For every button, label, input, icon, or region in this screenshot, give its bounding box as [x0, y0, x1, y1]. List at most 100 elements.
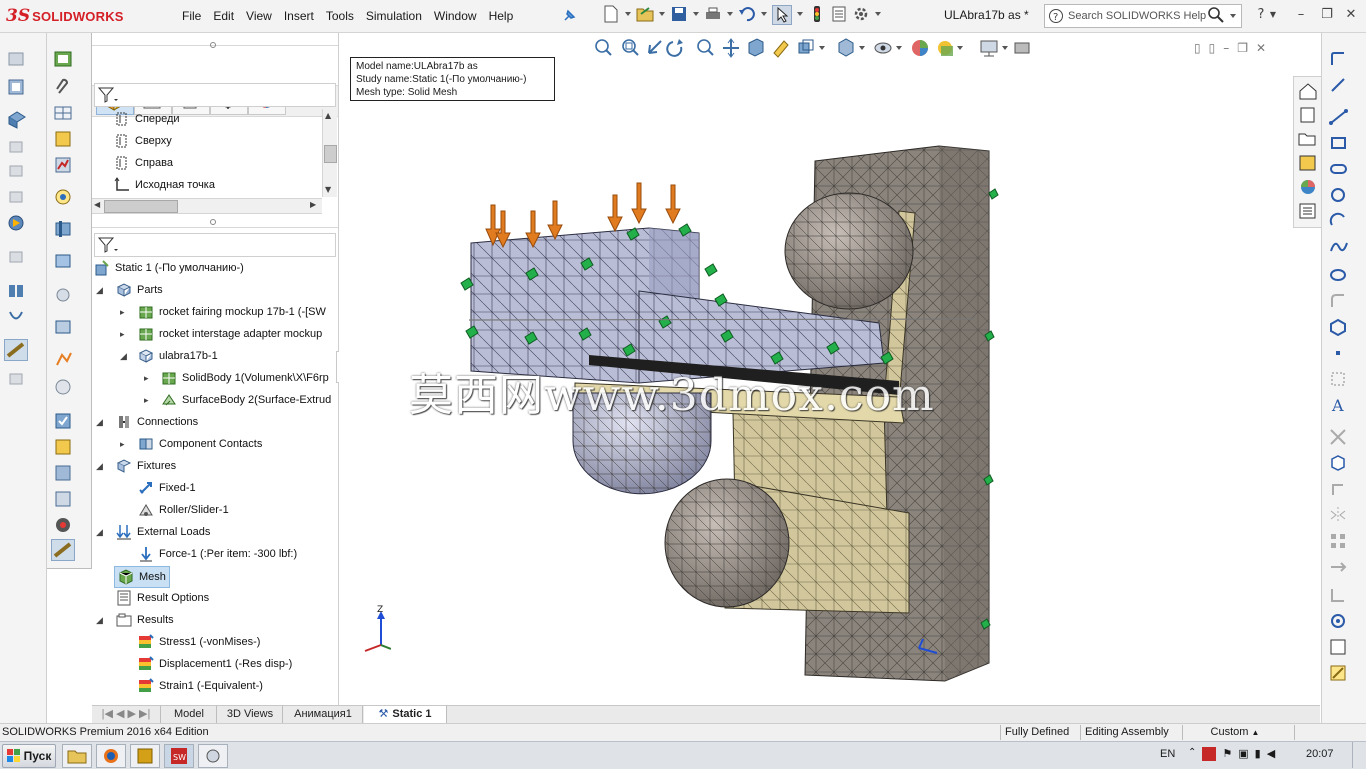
tree-item-part-fairing[interactable]: rocket fairing mockup 17b-1 (-[SW [138, 302, 326, 322]
filter-box-study[interactable] [94, 233, 336, 257]
language-indicator[interactable]: EN [1160, 748, 1175, 760]
collapse-arrow-icon[interactable]: ▸ [144, 396, 154, 406]
tree-item-part-adapter[interactable]: rocket interstage adapter mockup [138, 324, 322, 344]
smart-dimension-icon[interactable] [1328, 75, 1350, 95]
file-properties-icon[interactable] [830, 5, 848, 23]
tree-item-parts[interactable]: Parts [116, 280, 163, 300]
undo-icon[interactable] [738, 5, 756, 23]
tree-item-result-options[interactable]: Result Options [116, 588, 209, 608]
tree-item-displacement1[interactable]: Displacement1 (-Res disp-) [138, 654, 292, 674]
animate-icon[interactable] [53, 219, 75, 239]
trim-icon[interactable] [1328, 427, 1350, 447]
chevron-down-icon[interactable] [726, 5, 734, 23]
options-gear-icon[interactable] [852, 5, 870, 23]
upper-right-sphere[interactable] [784, 192, 914, 310]
tree-item-surface-body[interactable]: SurfaceBody 2(Surface-Extrud [161, 390, 331, 410]
collapse-arrow-icon[interactable]: ▸ [120, 308, 130, 318]
chevron-down-icon[interactable]: ▼ [1268, 6, 1278, 24]
tray-expand-icon[interactable]: ⌃ [1188, 747, 1196, 761]
shell-manager-icon[interactable] [6, 187, 28, 207]
iso-clipping-icon[interactable] [53, 285, 75, 305]
section-clipping-icon[interactable] [53, 251, 75, 271]
chevron-down-icon[interactable] [624, 5, 632, 23]
bolt-connector-icon[interactable] [53, 489, 75, 509]
design-library-icon[interactable] [1297, 105, 1319, 125]
design-check-icon[interactable] [53, 411, 75, 431]
tree-item-origin[interactable]: Исходная точка [114, 175, 215, 195]
study-advisor-icon[interactable] [6, 49, 28, 69]
menu-simulation[interactable]: Simulation [360, 9, 428, 23]
chevron-down-icon[interactable] [658, 5, 666, 23]
display-relations-icon[interactable] [1328, 585, 1350, 605]
tree-item-roller-slider-1[interactable]: Roller/Slider-1 [138, 500, 229, 520]
print-icon[interactable] [704, 5, 722, 23]
status-rebuild-indicator[interactable] [1294, 725, 1343, 740]
mesh-icon[interactable] [53, 103, 75, 123]
appearances-icon[interactable] [1297, 177, 1319, 197]
tray-flag-icon[interactable]: ⚑ [1222, 747, 1232, 761]
mirror-icon[interactable] [1328, 505, 1350, 525]
menu-tools[interactable]: Tools [320, 9, 360, 23]
measure-icon[interactable] [51, 539, 75, 561]
save-icon[interactable] [670, 5, 688, 23]
search-icon[interactable] [1207, 6, 1225, 24]
tree-item-study-root[interactable]: Static 1 (-По умолчанию-) [94, 258, 244, 278]
tree-item-force-1[interactable]: Force-1 (:Per item: -300 lbf:) [138, 544, 297, 564]
home-icon[interactable] [1297, 81, 1319, 101]
status-units[interactable]: Custom ▲ [1182, 725, 1287, 740]
tree-item-mesh[interactable]: Mesh [114, 566, 170, 588]
contact-set-icon[interactable] [53, 463, 75, 483]
chevron-down-icon[interactable] [1229, 12, 1237, 20]
fillet-icon[interactable] [1328, 291, 1350, 311]
menu-insert[interactable]: Insert [278, 9, 320, 23]
tab-animation1[interactable]: Анимация1 [284, 706, 363, 723]
tree-item-connections[interactable]: Connections [116, 412, 198, 432]
tree-item-solid-body[interactable]: SolidBody 1(Volumenk\X\F6rp [161, 368, 329, 388]
panel-splitter[interactable] [92, 215, 338, 228]
show-desktop-button[interactable] [1352, 742, 1365, 768]
results-advisor-icon[interactable] [6, 247, 28, 267]
filter-box-top[interactable] [94, 83, 336, 107]
expand-arrow-icon[interactable]: ◢ [96, 418, 106, 428]
tree-item-fixed-1[interactable]: Fixed-1 [138, 478, 196, 498]
expand-arrow-icon[interactable]: ◢ [96, 616, 106, 626]
apply-material-icon[interactable] [6, 77, 28, 97]
expand-arrow-icon[interactable]: ◢ [96, 528, 106, 538]
taskbar-app-icon[interactable] [130, 744, 160, 768]
menu-file[interactable]: File [176, 9, 207, 23]
new-document-icon[interactable] [602, 5, 620, 23]
tree-item-component-contacts[interactable]: Component Contacts [138, 434, 262, 454]
menu-view[interactable]: View [240, 9, 278, 23]
exit-sketch-icon[interactable] [1328, 49, 1350, 69]
centerline-icon[interactable] [1328, 369, 1350, 389]
tree-item-results[interactable]: Results [116, 610, 174, 630]
menu-help[interactable]: Help [483, 9, 520, 23]
rebuild-icon[interactable] [808, 5, 826, 23]
convert-entities-icon[interactable] [1328, 453, 1350, 473]
restore-icon[interactable]: ❐ [1318, 6, 1336, 24]
tree-item-stress1[interactable]: Stress1 (-vonMises-) [138, 632, 260, 652]
tree-item-external-loads[interactable]: External Loads [116, 522, 210, 542]
ellipse-icon[interactable] [1328, 265, 1350, 285]
move-entities-icon[interactable] [1328, 557, 1350, 577]
expand-arrow-icon[interactable]: ◢ [96, 462, 106, 472]
tree-item-fixtures[interactable]: Fixtures [116, 456, 176, 476]
tray-app-icon[interactable] [1202, 747, 1217, 761]
chevron-down-icon[interactable] [796, 5, 804, 23]
tree-item-top-plane[interactable]: Сверху [114, 131, 172, 151]
repair-sketch-icon[interactable] [1328, 637, 1350, 657]
run-study-icon[interactable] [6, 213, 28, 233]
chevron-down-icon[interactable] [874, 5, 882, 23]
tray-volume-icon[interactable]: ◀ [1267, 747, 1275, 761]
taskbar-utility-icon[interactable] [198, 744, 228, 768]
connections-icon[interactable] [6, 161, 28, 181]
text-icon[interactable]: A [1328, 395, 1350, 415]
rapid-sketch-icon[interactable] [1328, 663, 1350, 683]
collapse-arrow-icon[interactable]: ▸ [144, 374, 154, 384]
tree-item-front-plane[interactable]: Спереди [114, 109, 180, 129]
circle-icon[interactable] [1328, 185, 1350, 205]
tab-scroll-buttons[interactable]: |◀ ◀ ▶ ▶| [92, 706, 161, 723]
solidworks-logo[interactable]: 3S SOLIDWORKS [6, 3, 156, 29]
plot-tools-icon[interactable] [53, 349, 75, 369]
close-icon[interactable]: ✕ [1342, 6, 1360, 24]
